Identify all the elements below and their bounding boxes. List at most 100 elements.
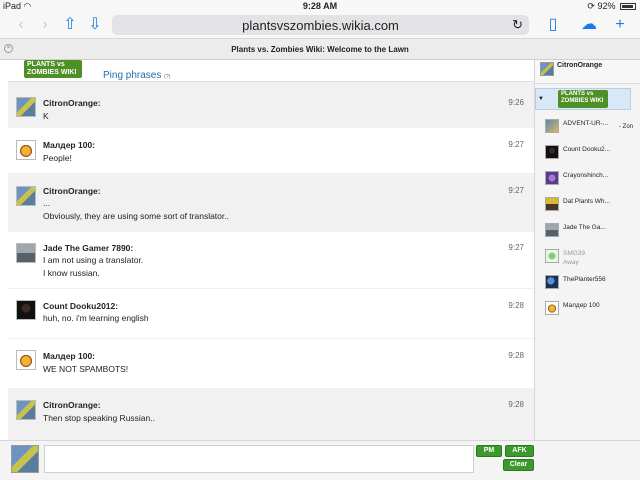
afk-button[interactable]: AFK (505, 445, 534, 457)
avatar[interactable] (16, 97, 36, 117)
message-time: 9:27 (508, 140, 524, 149)
user-name[interactable]: Dat Plants Wh... (563, 198, 610, 205)
back-icon[interactable]: ‹ (14, 15, 28, 35)
chat-message: CitronOrange: 9:27 ... Obviously, they a… (8, 174, 534, 232)
message-author[interactable]: CitronOrange: (43, 186, 101, 196)
message-text: I am not using a translator. (43, 255, 144, 265)
message-text: Obviously, they are using some sort of t… (43, 211, 229, 221)
chat-main: PLANTS vs ZOMBIES WIKI Ping phrases (?) … (0, 60, 534, 440)
user-list-item[interactable]: ThePlanter556 (535, 272, 640, 298)
message-text: K (43, 111, 49, 121)
message-time: 9:26 (508, 98, 524, 107)
message-author[interactable]: CitronOrange: (43, 98, 101, 108)
avatar[interactable] (545, 145, 559, 159)
battery-icon (620, 3, 636, 11)
ping-count: (?) (164, 74, 171, 80)
message-text: Then stop speaking Russian.. (43, 413, 155, 423)
user-list-item[interactable]: SMG39 Away (535, 246, 640, 272)
battery-status: ⟳ 92% (587, 1, 636, 12)
message-author[interactable]: Jade The Gamer 7890: (43, 243, 133, 253)
avatar[interactable] (545, 249, 559, 263)
chat-message: Малдер 100: 9:28 WE NOT SPAMBOTS! (8, 339, 534, 389)
browser-toolbar: ‹ › ⇧ ⇩ plantsvszombies.wikia.com ↻ ▯ ☁ … (0, 12, 640, 38)
user-sidebar: CitronOrange ▼ PLANTS vs ZOMBIES WIKI AD… (534, 60, 640, 440)
url-text: plantsvszombies.wikia.com (242, 18, 399, 33)
message-time: 9:27 (508, 243, 524, 252)
user-list-item[interactable]: Count Dooku2... (535, 142, 640, 168)
message-text: ... (43, 198, 51, 208)
download-icon[interactable]: ⇩ (87, 15, 103, 35)
chat-header: PLANTS vs ZOMBIES WIKI Ping phrases (?) (8, 60, 534, 82)
cloud-icon[interactable]: ☁ (578, 15, 600, 35)
avatar[interactable] (545, 223, 559, 237)
away-status: Away (563, 259, 579, 266)
avatar[interactable] (545, 301, 559, 315)
avatar[interactable] (540, 62, 554, 76)
status-time: 9:28 AM (302, 1, 338, 11)
user-name[interactable]: SMG39 (563, 250, 585, 257)
user-list-item[interactable]: Малдер 100 (535, 298, 640, 324)
avatar (11, 445, 39, 473)
chat-message: CitronOrange: 9:26 K (8, 82, 534, 128)
user-name[interactable]: ThePlanter556 (563, 276, 606, 283)
avatar[interactable] (16, 243, 36, 263)
room-header[interactable]: ▼ PLANTS vs ZOMBIES WIKI (535, 88, 631, 110)
new-tab-icon[interactable]: + (612, 15, 628, 35)
ping-phrases-link[interactable]: Ping phrases (?) (103, 70, 170, 81)
message-text: People! (43, 153, 72, 163)
user-name[interactable]: Jade The Ga... (563, 224, 606, 231)
message-author[interactable]: Count Dooku2012: (43, 301, 118, 311)
message-author[interactable]: CitronOrange: (43, 400, 101, 410)
avatar[interactable] (545, 197, 559, 211)
message-time: 9:28 (508, 400, 524, 409)
user-name[interactable]: Crayonshinch... (563, 172, 608, 179)
address-bar[interactable]: plantsvszombies.wikia.com ↻ (112, 15, 529, 35)
tab-title[interactable]: Plants vs. Zombies Wiki: Welcome to the … (0, 45, 640, 54)
message-text: huh, no. i'm learning english (43, 313, 149, 323)
status-bar: iPad ◠ 9:28 AM ⟳ 92% (0, 0, 640, 12)
wiki-logo: PLANTS vs ZOMBIES WIKI (24, 60, 82, 78)
current-user-name[interactable]: CitronOrange (557, 62, 602, 69)
message-text: I know russian. (43, 268, 100, 278)
message-time: 9:27 (508, 186, 524, 195)
user-name[interactable]: ADVENT-UR-... (563, 120, 608, 127)
message-time: 9:28 (508, 351, 524, 360)
share-icon[interactable]: ⇧ (62, 15, 78, 35)
chat-message: Малдер 100: 9:27 People! (8, 128, 534, 174)
user-name[interactable]: Малдер 100 (563, 302, 600, 309)
message-time: 9:28 (508, 301, 524, 310)
user-name[interactable]: Count Dooku2... (563, 146, 610, 153)
avatar[interactable] (16, 400, 36, 420)
avatar[interactable] (545, 275, 559, 289)
forward-icon[interactable]: › (38, 15, 52, 35)
message-author[interactable]: Малдер 100: (43, 351, 95, 361)
clear-button[interactable]: Clear (503, 459, 534, 471)
caret-down-icon[interactable]: ▼ (538, 96, 544, 102)
avatar[interactable] (545, 171, 559, 185)
user-list-item[interactable]: Crayonshinch... (535, 168, 640, 194)
chat-message: CitronOrange: 9:28 Then stop speaking Ru… (8, 389, 534, 440)
tab-strip: × Plants vs. Zombies Wiki: Welcome to th… (0, 38, 640, 60)
user-extra: - Zon (619, 124, 634, 130)
room-logo: PLANTS vs ZOMBIES WIKI (558, 90, 608, 108)
user-list-item[interactable]: Jade The Ga... (535, 220, 640, 246)
reload-icon[interactable]: ↻ (512, 17, 523, 33)
avatar[interactable] (16, 186, 36, 206)
message-text: WE NOT SPAMBOTS! (43, 364, 129, 374)
pm-button[interactable]: PM (476, 445, 502, 457)
user-list: ADVENT-UR-... - Zon Count Dooku2... Cray… (535, 116, 640, 324)
avatar[interactable] (16, 140, 36, 160)
message-composer: PM AFK Clear (0, 440, 640, 480)
user-list-item[interactable]: Dat Plants Wh... (535, 194, 640, 220)
bookmarks-icon[interactable]: ▯ (544, 15, 562, 35)
chat-message: Count Dooku2012: 9:28 huh, no. i'm learn… (8, 289, 534, 339)
avatar[interactable] (545, 119, 559, 133)
avatar[interactable] (16, 350, 36, 370)
current-user[interactable]: CitronOrange (535, 60, 640, 84)
lock-rotation-icon: ⟳ (587, 1, 595, 11)
message-list[interactable]: CitronOrange: 9:26 K Малдер 100: 9:27 Pe… (8, 82, 534, 440)
message-input[interactable] (44, 445, 474, 473)
avatar[interactable] (16, 300, 36, 320)
user-list-item[interactable]: ADVENT-UR-... - Zon (535, 116, 640, 142)
message-author[interactable]: Малдер 100: (43, 140, 95, 150)
